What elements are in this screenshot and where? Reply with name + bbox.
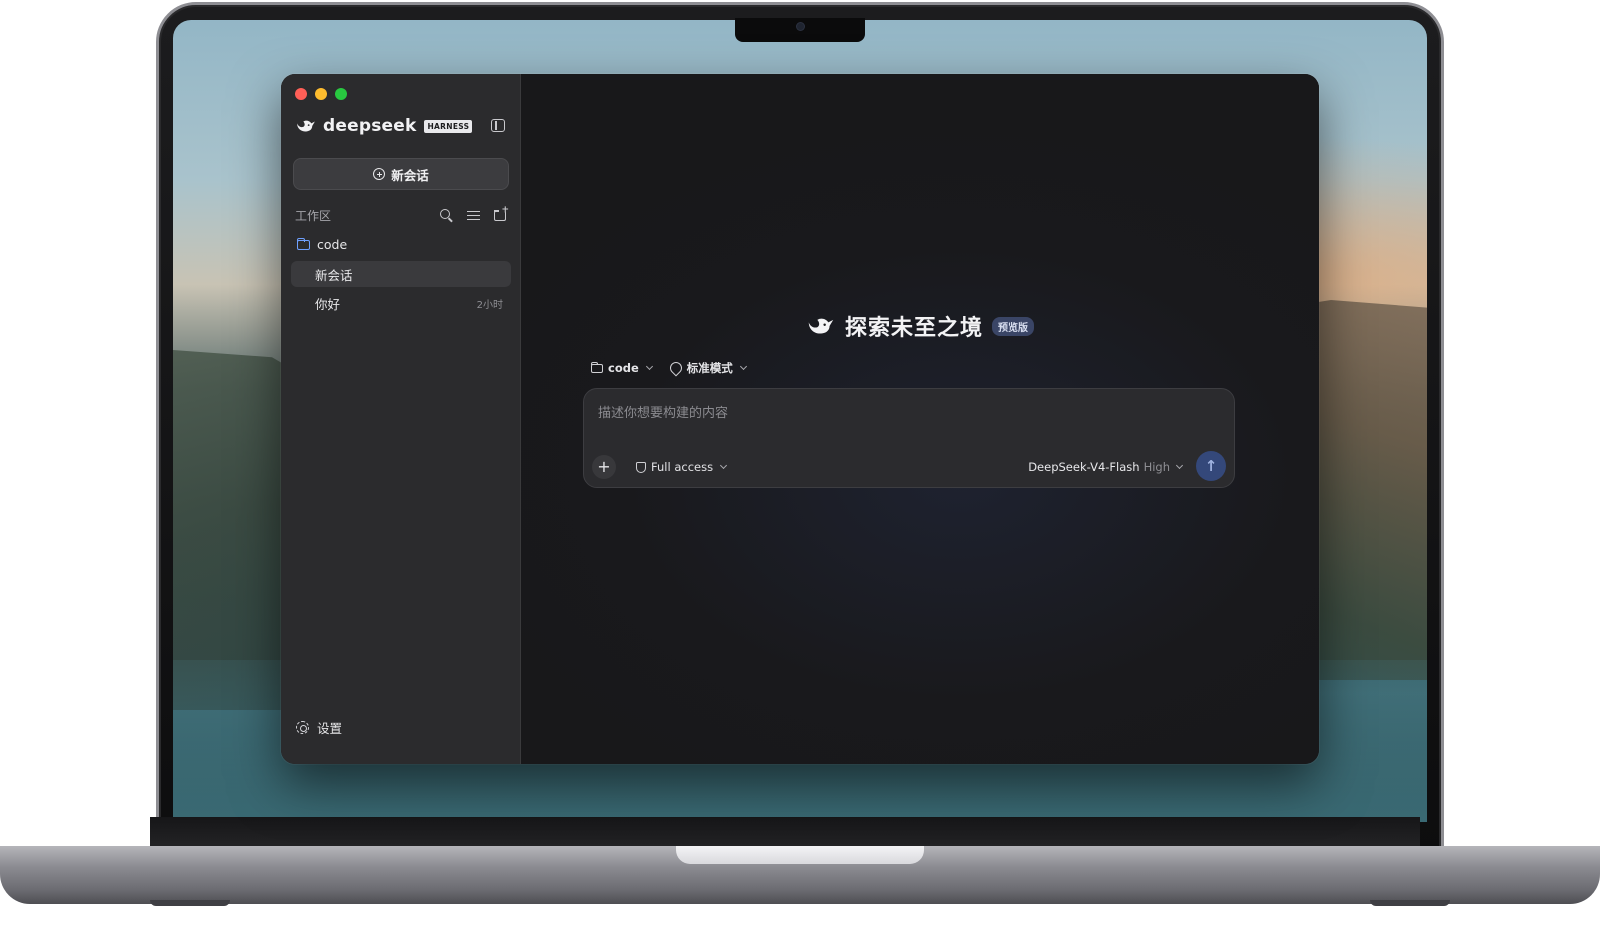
- sidebar: deepseek HARNESS 新会话 工作区 code 新会话 你好: [281, 74, 521, 764]
- chat-item-new[interactable]: 新会话: [291, 261, 511, 287]
- model-name: DeepSeek-V4-Flash: [1028, 460, 1140, 474]
- minimize-window-button[interactable]: [315, 88, 327, 100]
- brand-logo: deepseek HARNESS: [295, 116, 473, 136]
- laptop-foot-right: [1370, 900, 1450, 906]
- sidebar-toggle-icon[interactable]: [491, 119, 505, 132]
- brand-name: deepseek: [323, 116, 417, 136]
- send-button[interactable]: ↑: [1196, 451, 1226, 481]
- workspace-label: 工作区: [295, 208, 332, 223]
- chat-title: 新会话: [315, 267, 353, 283]
- whale-logo-icon: [808, 318, 834, 334]
- plus-circle-icon: [373, 168, 386, 180]
- prompt-input[interactable]: [598, 401, 1220, 425]
- workspace-header: 工作区: [295, 205, 509, 224]
- model-selector[interactable]: DeepSeek-V4-Flash High: [1028, 460, 1184, 474]
- mode-selector[interactable]: 标准模式: [667, 359, 747, 377]
- laptop-chin: [150, 817, 1420, 847]
- zoom-window-button[interactable]: [335, 88, 347, 100]
- chevron-down-icon: [1175, 461, 1184, 470]
- folder-icon: [296, 237, 310, 250]
- workspace-folder[interactable]: code: [296, 237, 348, 252]
- workspace-tools: [439, 205, 509, 223]
- brand-badge: HARNESS: [424, 119, 473, 133]
- settings-label: 设置: [317, 721, 343, 736]
- laptop-foot-left: [150, 900, 230, 906]
- folder-selector-label: code: [608, 361, 639, 375]
- composer: + Full access DeepSeek-V4-Flash High ↑: [583, 388, 1235, 488]
- main-panel: 探索未至之境 预览版 code 标准模式 + Full access: [521, 74, 1319, 764]
- model-level: High: [1143, 460, 1170, 474]
- chat-time: 2小时: [476, 299, 503, 311]
- mode-selector-label: 标准模式: [686, 361, 733, 375]
- whale-logo-icon: [297, 120, 315, 132]
- preview-badge: 预览版: [992, 316, 1034, 336]
- filter-icon[interactable]: [466, 208, 481, 223]
- app-window: deepseek HARNESS 新会话 工作区 code 新会话 你好: [281, 74, 1319, 764]
- camera-notch: [735, 18, 865, 42]
- window-controls: [295, 88, 347, 100]
- chat-title: 你好: [315, 296, 341, 312]
- chevron-down-icon: [739, 362, 747, 371]
- close-window-button[interactable]: [295, 88, 307, 100]
- new-folder-icon[interactable]: [493, 205, 509, 223]
- shield-icon: [636, 461, 646, 473]
- access-selector[interactable]: Full access: [636, 460, 728, 474]
- new-chat-label: 新会话: [391, 167, 429, 183]
- mode-icon: [667, 359, 685, 377]
- folder-selector[interactable]: code: [590, 361, 653, 375]
- add-attachment-button[interactable]: +: [592, 455, 616, 479]
- access-label: Full access: [651, 460, 714, 474]
- camera-icon: [797, 23, 804, 30]
- folder-icon: [590, 361, 603, 373]
- new-chat-button[interactable]: 新会话: [293, 158, 509, 190]
- settings-button[interactable]: 设置: [296, 718, 342, 737]
- chevron-down-icon: [720, 461, 728, 470]
- search-icon[interactable]: [439, 208, 454, 223]
- laptop-opening-lip: [676, 846, 924, 864]
- folder-name: code: [317, 237, 348, 252]
- gear-icon: [296, 721, 309, 734]
- composer-options: code 标准模式: [590, 359, 747, 377]
- hero-heading: 探索未至之境 预览版: [521, 310, 1319, 342]
- hero-title: 探索未至之境: [844, 316, 983, 341]
- chat-item-hello[interactable]: 你好 2小时: [291, 290, 511, 316]
- chevron-down-icon: [645, 362, 653, 371]
